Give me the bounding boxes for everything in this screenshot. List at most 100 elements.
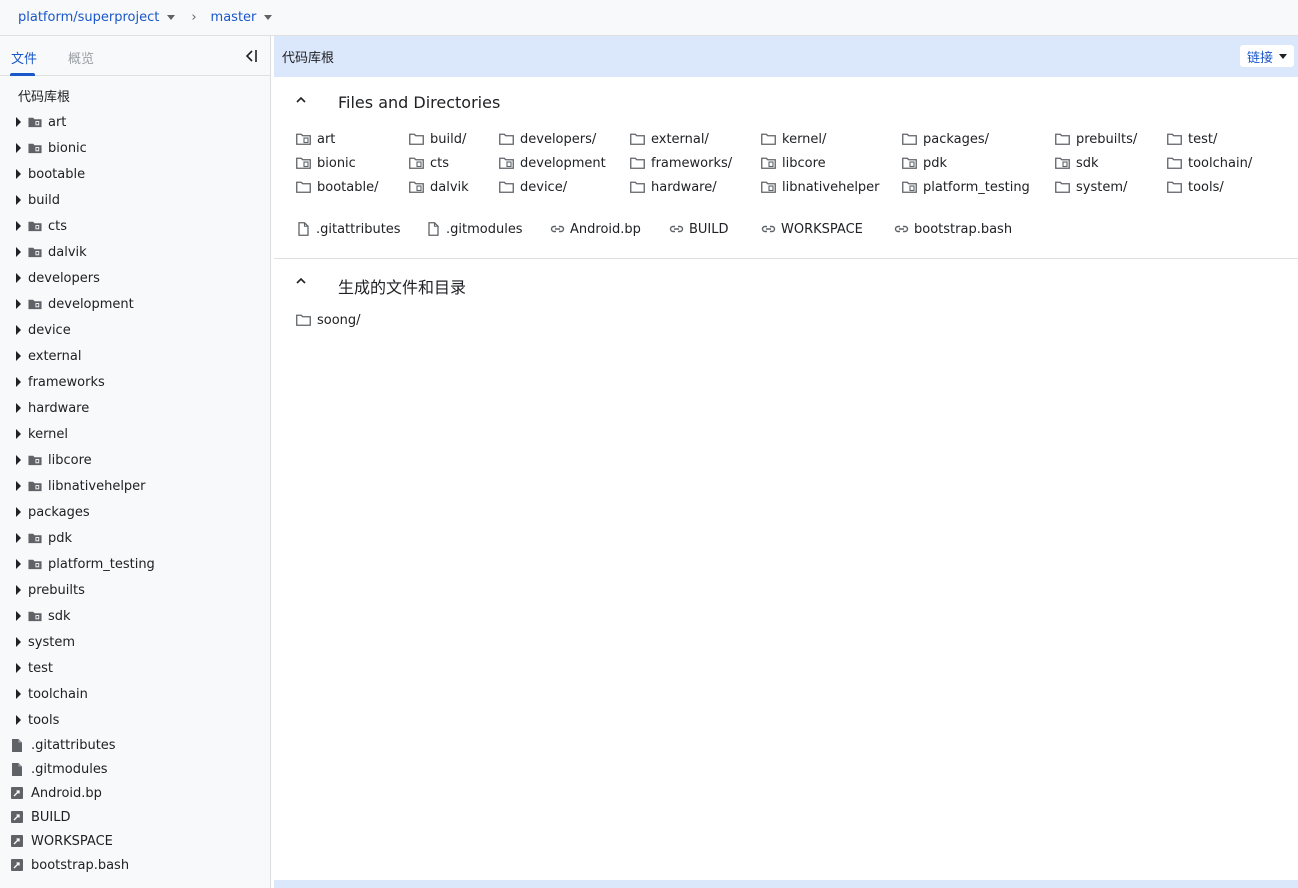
tree-item-dalvik[interactable]: dalvik xyxy=(0,239,270,265)
directory-link[interactable]: cts xyxy=(409,154,449,172)
directory-link[interactable]: device/ xyxy=(499,178,567,196)
file-link[interactable]: .gitattributes xyxy=(296,220,401,238)
directory-link[interactable]: prebuilts/ xyxy=(1055,130,1137,148)
expand-arrow-icon[interactable] xyxy=(16,403,21,413)
link-button[interactable]: 链接 xyxy=(1239,45,1294,67)
expand-arrow-icon[interactable] xyxy=(16,663,21,673)
tree-file-item[interactable]: .gitmodules xyxy=(0,757,270,781)
expand-arrow-icon[interactable] xyxy=(16,169,21,179)
collapse-sidebar-icon[interactable] xyxy=(243,48,259,64)
tree-item-bionic[interactable]: bionic xyxy=(0,135,270,161)
tree-item-cts[interactable]: cts xyxy=(0,213,270,239)
directory-link[interactable]: pdk xyxy=(902,154,947,172)
directory-link[interactable]: platform_testing xyxy=(902,178,1030,196)
tree-item-art[interactable]: art xyxy=(0,109,270,135)
tree-item-developers[interactable]: developers xyxy=(0,265,270,291)
project-selector[interactable]: platform/superproject xyxy=(18,10,176,25)
tree-item-pdk[interactable]: pdk xyxy=(0,525,270,551)
expand-arrow-icon[interactable] xyxy=(16,299,21,309)
directory-link[interactable]: build/ xyxy=(409,130,466,148)
file-link[interactable]: BUILD xyxy=(669,220,729,238)
tree-item-libcore[interactable]: libcore xyxy=(0,447,270,473)
file-link[interactable]: Android.bp xyxy=(550,220,641,238)
tree-item-label: device xyxy=(28,322,71,338)
expand-arrow-icon[interactable] xyxy=(16,221,21,231)
directory-link[interactable]: bionic xyxy=(296,154,356,172)
tree-file-item[interactable]: BUILD xyxy=(0,805,270,829)
directory-link[interactable]: frameworks/ xyxy=(630,154,732,172)
expand-arrow-icon[interactable] xyxy=(16,429,21,439)
file-link[interactable]: .gitmodules xyxy=(426,220,523,238)
collapse-section-icon[interactable] xyxy=(295,275,307,287)
tree-root[interactable]: 代码库根 xyxy=(18,86,70,105)
tree-file-label: WORKSPACE xyxy=(31,833,113,849)
branch-selector[interactable]: master xyxy=(211,10,273,25)
tree-item-external[interactable]: external xyxy=(0,343,270,369)
expand-arrow-icon[interactable] xyxy=(16,585,21,595)
directory-link[interactable]: external/ xyxy=(630,130,709,148)
directory-link[interactable]: packages/ xyxy=(902,130,989,148)
directory-link[interactable]: dalvik xyxy=(409,178,469,196)
chevron-down-icon xyxy=(167,15,176,20)
expand-arrow-icon[interactable] xyxy=(16,689,21,699)
expand-arrow-icon[interactable] xyxy=(16,195,21,205)
file-link[interactable]: bootstrap.bash xyxy=(894,220,1012,238)
tree-item-toolchain[interactable]: toolchain xyxy=(0,681,270,707)
file-link[interactable]: WORKSPACE xyxy=(761,220,863,238)
expand-arrow-icon[interactable] xyxy=(16,247,21,257)
tree-file-item[interactable]: bootstrap.bash xyxy=(0,853,270,877)
tree-item-frameworks[interactable]: frameworks xyxy=(0,369,270,395)
directory-link[interactable]: kernel/ xyxy=(761,130,826,148)
directory-link[interactable]: system/ xyxy=(1055,178,1127,196)
tree-item-development[interactable]: development xyxy=(0,291,270,317)
tree-item-system[interactable]: system xyxy=(0,629,270,655)
expand-arrow-icon[interactable] xyxy=(16,715,21,725)
tab-files[interactable]: 文件 xyxy=(11,48,37,67)
tree-item-hardware[interactable]: hardware xyxy=(0,395,270,421)
tree-item-platform_testing[interactable]: platform_testing xyxy=(0,551,270,577)
directory-link[interactable]: development xyxy=(499,154,606,172)
directory-link[interactable]: bootable/ xyxy=(296,178,378,196)
tree-item-prebuilts[interactable]: prebuilts xyxy=(0,577,270,603)
directory-link[interactable]: libnativehelper xyxy=(761,178,880,196)
directory-link[interactable]: libcore xyxy=(761,154,826,172)
tree-item-packages[interactable]: packages xyxy=(0,499,270,525)
directory-link[interactable]: hardware/ xyxy=(630,178,717,196)
directory-link[interactable]: art xyxy=(296,130,335,148)
tree-item-kernel[interactable]: kernel xyxy=(0,421,270,447)
tree-item-libnativehelper[interactable]: libnativehelper xyxy=(0,473,270,499)
expand-arrow-icon[interactable] xyxy=(16,637,21,647)
generated-directory-link[interactable]: soong/ xyxy=(296,311,361,329)
tree-file-item[interactable]: WORKSPACE xyxy=(0,829,270,853)
expand-arrow-icon[interactable] xyxy=(16,143,21,153)
expand-arrow-icon[interactable] xyxy=(16,559,21,569)
directory-link[interactable]: toolchain/ xyxy=(1167,154,1252,172)
file-icon xyxy=(428,222,439,236)
tree-file-item[interactable]: Android.bp xyxy=(0,781,270,805)
directory-link[interactable]: test/ xyxy=(1167,130,1217,148)
expand-arrow-icon[interactable] xyxy=(16,377,21,387)
tree-item-build[interactable]: build xyxy=(0,187,270,213)
expand-arrow-icon[interactable] xyxy=(16,507,21,517)
directory-link[interactable]: tools/ xyxy=(1167,178,1224,196)
tab-overview[interactable]: 概览 xyxy=(68,48,94,67)
collapse-section-icon[interactable] xyxy=(295,94,307,106)
tree-item-bootable[interactable]: bootable xyxy=(0,161,270,187)
expand-arrow-icon[interactable] xyxy=(16,533,21,543)
expand-arrow-icon[interactable] xyxy=(16,325,21,335)
chevron-down-icon xyxy=(264,15,273,20)
tree-file-item[interactable]: .gitattributes xyxy=(0,733,270,757)
tree-item-label: external xyxy=(28,348,82,364)
expand-arrow-icon[interactable] xyxy=(16,117,21,127)
expand-arrow-icon[interactable] xyxy=(16,481,21,491)
expand-arrow-icon[interactable] xyxy=(16,455,21,465)
tree-item-tools[interactable]: tools xyxy=(0,707,270,733)
expand-arrow-icon[interactable] xyxy=(16,273,21,283)
tree-item-sdk[interactable]: sdk xyxy=(0,603,270,629)
expand-arrow-icon[interactable] xyxy=(16,351,21,361)
expand-arrow-icon[interactable] xyxy=(16,611,21,621)
tree-item-device[interactable]: device xyxy=(0,317,270,343)
directory-link[interactable]: sdk xyxy=(1055,154,1099,172)
directory-link[interactable]: developers/ xyxy=(499,130,596,148)
tree-item-test[interactable]: test xyxy=(0,655,270,681)
